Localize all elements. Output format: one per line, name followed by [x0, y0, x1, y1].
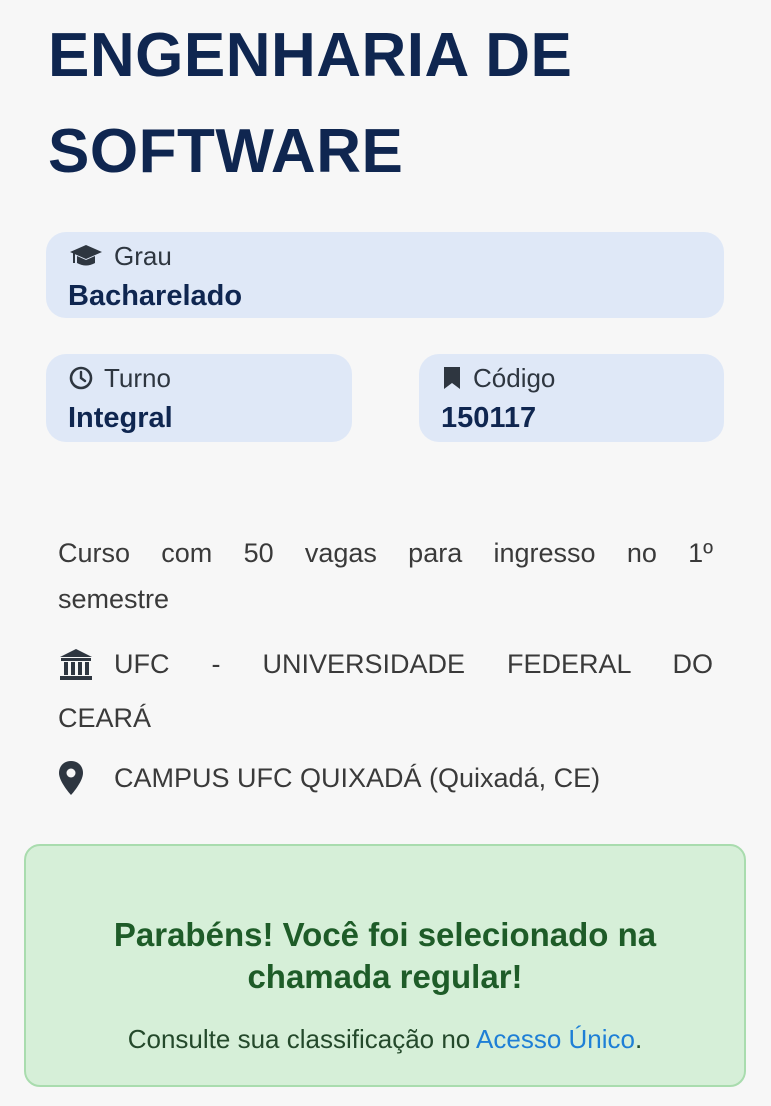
result-headline-line1: Parabéns! Você foi selecionado na: [113, 916, 657, 953]
campus-text: CAMPUS UFC QUIXADÁ (Quixadá, CE): [114, 762, 601, 793]
campus-row: CAMPUS UFC QUIXADÁ (Quixadá, CE): [58, 756, 713, 800]
institution-icon: [58, 647, 94, 681]
codigo-card: Código 150117: [419, 354, 724, 442]
grau-card: Grau Bacharelado: [46, 232, 724, 318]
turno-card: Turno Integral: [46, 354, 352, 442]
result-headline: Parabéns! Você foi selecionado na chamad…: [26, 914, 744, 998]
course-title-line2: SOFTWARE: [48, 117, 404, 186]
grau-label: Grau: [114, 240, 172, 271]
codigo-value: 150117: [441, 402, 537, 434]
institution-row: UFC - UNIVERSIDADE FEDERAL DO CEARÁ: [58, 642, 713, 740]
turno-value: Integral: [68, 402, 173, 434]
institution-line2: CEARÁ: [58, 703, 152, 733]
result-sub-prefix: Consulte sua classificação no: [127, 1024, 477, 1054]
graduation-cap-icon: [68, 243, 104, 269]
map-pin-icon: [58, 760, 84, 796]
course-title: ENGENHARIA DE SOFTWARE: [48, 8, 748, 200]
course-title-line1: ENGENHARIA DE: [48, 21, 573, 90]
course-description: Curso com 50 vagas para ingresso no 1º s…: [58, 530, 713, 622]
turno-label: Turno: [104, 362, 171, 393]
description-line1: Curso com 50 vagas para ingresso no 1º: [58, 538, 713, 568]
selection-result-banner: Parabéns! Você foi selecionado na chamad…: [24, 844, 746, 1087]
result-headline-line2: chamada regular!: [247, 958, 523, 995]
acesso-unico-link[interactable]: Acesso Único: [476, 1024, 635, 1054]
bookmark-icon: [441, 365, 463, 391]
clock-icon: [68, 365, 94, 391]
result-sub-suffix: .: [635, 1024, 643, 1054]
institution-line1: UFC - UNIVERSIDADE FEDERAL DO: [114, 648, 713, 679]
codigo-label: Código: [473, 362, 556, 393]
description-line2: semestre: [58, 584, 170, 614]
result-subtext: Consulte sua classificação no Acesso Úni…: [26, 1024, 744, 1055]
grau-value: Bacharelado: [68, 280, 243, 312]
